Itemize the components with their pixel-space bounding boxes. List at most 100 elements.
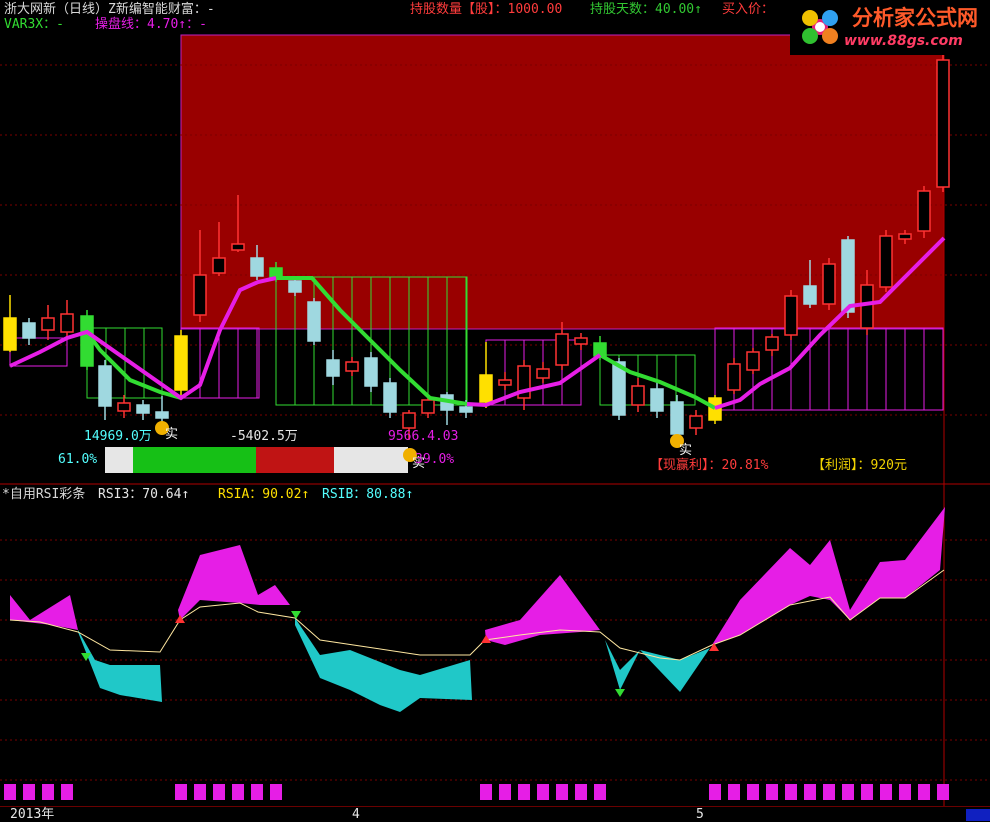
candle-body — [383, 382, 397, 413]
candle-body — [765, 336, 779, 351]
candle-body — [727, 363, 741, 391]
split-bar-green — [133, 447, 256, 473]
pct-right: 39.0% — [415, 452, 455, 467]
pan-line-label: 操盘线：4.70↑：- — [95, 17, 207, 32]
candle-body — [841, 239, 855, 313]
hold-days: 持股天数：40.00↑ — [590, 2, 702, 17]
candle-body — [803, 285, 817, 305]
signal-bar — [823, 784, 835, 800]
signal-bar — [804, 784, 816, 800]
candle-body — [479, 374, 493, 403]
signal-bar — [785, 784, 797, 800]
candle-body — [60, 313, 74, 333]
signal-bar — [556, 784, 568, 800]
candle-body — [98, 365, 112, 407]
signal-bar — [251, 784, 263, 800]
site-logo: 分析家公式网 www.88gs.com — [790, 0, 990, 55]
candle-body — [174, 335, 188, 391]
signal-bar — [709, 784, 721, 800]
signal-bar — [728, 784, 740, 800]
signal-bar — [194, 784, 206, 800]
candle-body — [22, 322, 36, 339]
signal-bar — [918, 784, 930, 800]
candle-body — [345, 361, 359, 372]
signal-bar — [232, 784, 244, 800]
scroll-handle[interactable] — [966, 809, 990, 821]
lower-grid — [0, 539, 990, 781]
candle-body — [860, 284, 874, 329]
signal-bar — [4, 784, 16, 800]
signal-bar — [937, 784, 949, 800]
signal-bar — [861, 784, 873, 800]
split-bar-left — [105, 447, 133, 473]
flower-icon — [802, 10, 838, 44]
rsi-band-up-1 — [10, 595, 78, 630]
buy-mark-label-2: 实 — [679, 443, 693, 458]
candle-body — [155, 411, 169, 419]
capital-mid-value: -5402.5万 — [230, 429, 298, 444]
candle-body — [879, 235, 893, 288]
hold-quantity: 持股数量【股】：1000.00 — [410, 2, 563, 17]
candle-body — [708, 397, 722, 421]
bottom-signal-bars — [4, 784, 949, 800]
signal-bar — [499, 784, 511, 800]
split-bar-red — [256, 447, 334, 473]
signal-bar — [175, 784, 187, 800]
signal-bar — [23, 784, 35, 800]
candle-body — [784, 295, 798, 336]
candle-body — [498, 379, 512, 386]
candle-body — [307, 301, 321, 342]
candle-body — [136, 404, 150, 414]
signal-bar — [766, 784, 778, 800]
candle-body — [231, 243, 245, 251]
rsib-value: RSIB：80.88↑ — [322, 487, 414, 502]
candle-body — [421, 399, 435, 414]
capital-right-value: 9566.4.03 — [388, 429, 459, 444]
rsi-ribbon — [9, 507, 945, 712]
split-bar-right — [334, 447, 408, 473]
chart-canvas — [0, 34, 990, 806]
indicator-name: *自用RSI彩条 — [2, 487, 86, 502]
candle-body — [650, 388, 664, 412]
candle-body — [193, 274, 207, 316]
buy-mark-label: 实 — [165, 427, 179, 442]
axis-month-4: 4 — [352, 807, 360, 822]
rsi-band-up-3 — [485, 575, 600, 645]
candle-body — [117, 402, 131, 412]
candle-body — [326, 359, 340, 377]
candle-body — [936, 59, 950, 188]
date-axis: 2013年 4 5 — [0, 806, 990, 822]
logo-name: 分析家公式网 — [852, 6, 978, 30]
candle-body — [555, 333, 569, 366]
candle-body — [212, 257, 226, 274]
stock-chart-window: { "header": { "title": "浙大网新（日线）Z新编智能财富：… — [0, 0, 990, 822]
signal-bar — [42, 784, 54, 800]
candle-body — [631, 385, 645, 406]
signal-bar — [480, 784, 492, 800]
signal-bar — [594, 784, 606, 800]
signal-bar — [880, 784, 892, 800]
signal-bar — [575, 784, 587, 800]
candle-body — [536, 368, 550, 379]
capital-left-value: 14969.0万 — [84, 429, 152, 444]
pct-left: 61.0% — [58, 452, 98, 467]
candle-body — [288, 280, 302, 293]
candle-body — [574, 337, 588, 345]
signal-bar — [747, 784, 759, 800]
candle-body — [250, 257, 264, 277]
signal-bar — [518, 784, 530, 800]
signal-bar — [213, 784, 225, 800]
rsi-band-down-1 — [78, 630, 162, 702]
profit-amount: 【利润】：920元 — [812, 458, 907, 473]
axis-month-5: 5 — [696, 807, 704, 822]
candle-body — [746, 351, 760, 371]
rsi-band-up-4 — [712, 507, 945, 645]
candle-body — [41, 317, 55, 331]
signal-bar — [537, 784, 549, 800]
candle-body — [3, 317, 17, 351]
rsi-band-down-2 — [295, 618, 472, 712]
rsi3-value: RSI3：70.64↑ — [98, 487, 190, 502]
signal-bar — [270, 784, 282, 800]
profit-rate: 【现赢利】：20.81% — [650, 458, 769, 473]
candle-body — [459, 406, 473, 413]
